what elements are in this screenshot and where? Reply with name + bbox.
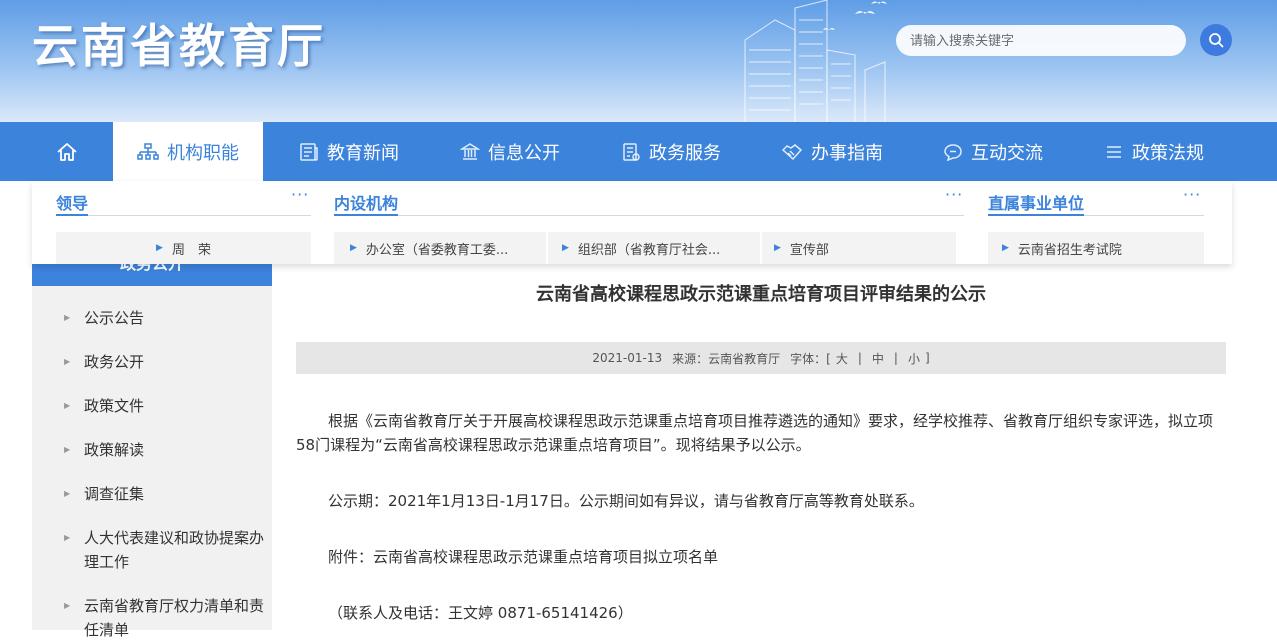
site-header: 云南省教育厅 [0,0,1277,122]
submenu-link-label: 云南省招生考试院 [1017,242,1122,258]
nav-item-news[interactable]: 教育新闻 [299,122,399,181]
nav-label: 信息公开 [488,142,560,164]
article-paragraph: 公示期：2021年1月13日-1月17日。公示期间如有异议，请与省教育厅高等教育… [328,492,924,510]
submenu-link[interactable]: ▶ 周 荣 [56,232,311,264]
triangle-right-icon: ▶ [64,601,71,610]
font-size-small-button[interactable]: 小 [908,350,920,367]
search-box [896,25,1186,56]
divider [334,214,964,216]
article-attachment[interactable]: 附件：云南省高校课程思政示范课重点培育项目拟立项名单 [296,545,1226,569]
newspaper-icon [300,142,318,161]
sidebar-item-label: 云南省教育厅权力清单和责任清单 [84,597,265,639]
separator: | [857,351,862,365]
building-illustration [744,0,887,122]
search-button[interactable] [1200,24,1232,56]
triangle-right-icon: ▶ [64,313,71,322]
divider [56,214,311,216]
submenu-link-label: 办公室（省委教育工委... [365,242,509,258]
site-logo-title: 云南省教育厅 [32,19,326,73]
nav-dropdown-panel: 领导 ··· 内设机构 ··· 直属事业单位 ··· ▶ 周 荣 ▶ 办公室（省委教… [32,181,1232,264]
submenu-link[interactable]: ▶ 办公室（省委教育工委... [334,232,546,264]
list-icon [1107,145,1121,158]
more-link[interactable]: ··· [291,185,309,204]
sidebar-item[interactable]: ▶ 人大代表建议和政协提案办理工作 [64,526,269,574]
bracket-close: ] [924,351,930,365]
more-link[interactable]: ··· [1183,185,1201,204]
nav-item-institution[interactable]: 机构职能 [113,122,263,181]
article-source: 来源：云南省教育厅 [672,351,781,366]
sidebar-item[interactable]: ▶ 政务公开 [64,350,269,374]
submenu-link[interactable]: ▶ 宣传部 [762,232,956,264]
home-icon [57,142,77,161]
chat-bubble-icon [944,143,962,161]
group-title-affiliated: 直属事业单位 [988,194,1085,213]
triangle-right-icon: ▶ [1002,243,1009,253]
more-link[interactable]: ··· [945,185,963,204]
nav-item-interaction[interactable]: 互动交流 [943,122,1043,181]
article-paragraph: 根据《云南省教育厅关于开展高校课程思政示范课重点培育项目推荐遴选的通知》要求，经… [296,412,1214,454]
triangle-right-icon: ▶ [562,243,569,253]
sidebar-item-label: 人大代表建议和政协提案办理工作 [84,529,265,571]
sidebar-item[interactable]: ▶ 云南省教育厅权力清单和责任清单 [64,594,269,642]
sidebar-item[interactable]: ▶ 政策文件 [64,394,269,418]
triangle-right-icon: ▶ [350,243,357,253]
group-title-departments: 内设机构 [334,194,399,213]
sidebar-item-label: 政策文件 [84,397,145,415]
home-button[interactable] [56,122,78,181]
sidebar-item-label: 调查征集 [84,485,145,503]
nav-item-policy[interactable]: 政策法规 [1104,122,1204,181]
group-title-leaders: 领导 [56,194,89,213]
org-chart-icon [137,142,159,160]
submenu-link[interactable]: ▶ 云南省招生考试院 [988,232,1204,264]
nav-label: 政务服务 [649,142,721,164]
font-size-medium-button[interactable]: 中 [872,350,884,367]
nav-item-gov-service[interactable]: 政务服务 [621,122,721,181]
sidebar-item[interactable]: ▶ 政策解读 [64,438,269,462]
article-date: 2021-01-13 [592,351,663,365]
document-icon [623,142,640,161]
separator: | [893,351,898,365]
font-size-large-button[interactable]: 大 [836,350,848,367]
submenu-link-label: 周 荣 [171,242,211,258]
government-building-icon [460,142,480,160]
sidebar-item-label: 公示公告 [84,309,145,327]
nav-item-guide[interactable]: 办事指南 [781,122,883,181]
triangle-right-icon: ▶ [64,357,71,366]
triangle-right-icon: ▶ [64,401,71,410]
divider [988,214,1204,216]
submenu-link-label: 宣传部 [789,242,829,258]
submenu-link[interactable]: ▶ 组织部（省教育厅社会... [548,232,760,264]
sidebar: ▶ 公示公告 ▶ 政务公开 ▶ 政策文件 ▶ 政策解读 ▶ 调查征集 ▶ 人大代表建议和政协… [32,286,272,639]
nav-item-info-public[interactable]: 信息公开 [460,122,560,181]
triangle-right-icon: ▶ [774,243,781,253]
sidebar-item-label: 政策解读 [84,441,145,459]
font-size-label: 字体：[ [790,351,831,366]
nav-label: 政策法规 [1132,142,1204,164]
handshake-icon [781,143,803,160]
article-title: 云南省高校课程思政示范课重点培育项目评审结果的公示 [536,284,986,305]
submenu-link-label: 组织部（省教育厅社会... [577,242,721,258]
main-nav: 机构职能 教育新闻 信息公开 政务服务 办事指南 互动交流 政策法规 [0,122,1277,181]
nav-label: 机构职能 [167,142,239,164]
nav-label: 办事指南 [811,142,883,164]
article-contact: （联系人及电话：王文婷 0871-65141426） [328,604,633,622]
triangle-right-icon: ▶ [64,533,71,542]
search-input[interactable] [908,31,1172,52]
nav-label: 教育新闻 [327,142,399,164]
article-meta-bar: 2021-01-13 来源：云南省教育厅 字体：[ 大 | 中 | 小 ] [296,342,1226,374]
sidebar-item[interactable]: ▶ 调查征集 [64,482,269,506]
sidebar-item[interactable]: ▶ 公示公告 [64,306,269,330]
triangle-right-icon: ▶ [64,489,71,498]
search-icon [1209,33,1224,48]
sidebar-item-label: 政务公开 [84,353,145,371]
triangle-right-icon: ▶ [64,445,71,454]
nav-label: 互动交流 [971,142,1043,164]
triangle-right-icon: ▶ [156,243,163,253]
